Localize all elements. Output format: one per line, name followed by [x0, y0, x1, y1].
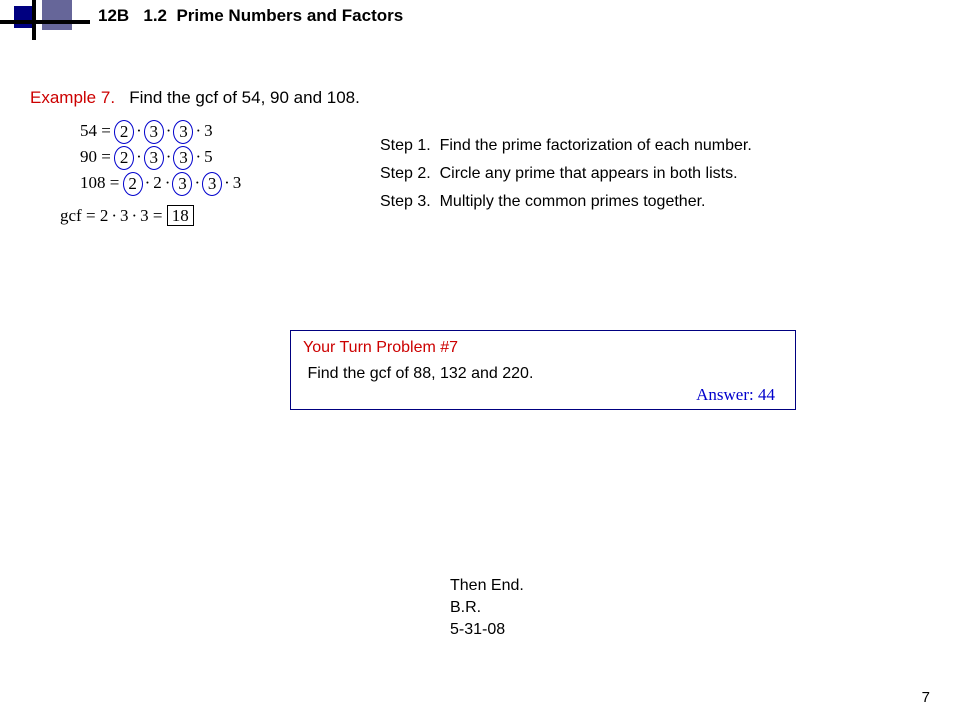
equals-sign: = [101, 147, 115, 166]
end-block: Then End. B.R. 5-31-08 [450, 575, 524, 641]
factor-plain: 3 [233, 173, 242, 192]
example-label: Example 7. [30, 88, 115, 107]
step-label: Step 1. [380, 137, 431, 154]
page-number: 7 [922, 689, 930, 706]
end-line: Then End. [450, 575, 524, 597]
your-turn-prompt-text: Find the gcf of 88, 132 and 220. [307, 365, 533, 382]
factor-circled: 3 [173, 120, 193, 144]
your-turn-prompt: Find the gcf of 88, 132 and 220. [303, 365, 783, 383]
factor-circled: 3 [144, 120, 164, 144]
equals-sign: = [86, 206, 100, 225]
gcf-result-boxed: 18 [167, 205, 194, 226]
factor-circled: 2 [114, 120, 134, 144]
logo-vertical-bar [32, 0, 36, 40]
step-row: Step 3. Multiply the common primes toget… [380, 188, 752, 216]
factorization-block: 54 = 2·3·3·3 90 = 2·3·3·5 108 = 2·2·3·3·… [80, 118, 241, 196]
equals-sign: = [110, 173, 124, 192]
example-prompt-text: Find the gcf of 54, 90 and 108. [129, 88, 360, 107]
course-code: 12B [98, 6, 129, 25]
gcf-label: gcf [60, 206, 82, 225]
factor-plain: 5 [204, 147, 213, 166]
factor-plain: 3 [204, 121, 213, 140]
factorization-row: 90 = 2·3·3·5 [80, 144, 241, 170]
step-text: Circle any prime that appears in both li… [440, 165, 738, 182]
equals-sign: = [101, 121, 115, 140]
factor-lhs: 90 [80, 147, 97, 166]
step-text: Multiply the common primes together. [440, 193, 706, 210]
logo-square-light [42, 0, 72, 30]
dot-icon: · [192, 147, 204, 166]
factor-lhs: 54 [80, 121, 97, 140]
section-title: Prime Numbers and Factors [176, 6, 403, 25]
factor-circled: 3 [144, 146, 164, 170]
end-line: 5-31-08 [450, 619, 524, 641]
dot-icon: · [192, 121, 204, 140]
end-line: B.R. [450, 597, 524, 619]
section-number: 1.2 [143, 6, 167, 25]
your-turn-answer: Answer: 44 [696, 385, 775, 405]
factor-circled: 2 [123, 172, 143, 196]
factor-lhs: 108 [80, 173, 106, 192]
factorization-row: 108 = 2·2·3·3·3 [80, 170, 241, 196]
gcf-result-line: gcf = 2·3·3 = 18 [60, 206, 194, 226]
step-label: Step 2. [380, 165, 431, 182]
header-title: 12B 1.2 Prime Numbers and Factors [98, 6, 403, 26]
factor-circled: 2 [114, 146, 134, 170]
example-heading: Example 7. Find the gcf of 54, 90 and 10… [30, 88, 360, 108]
your-turn-title: Your Turn Problem #7 [303, 339, 783, 357]
dot-icon: · [128, 206, 140, 225]
factor-circled: 3 [172, 172, 192, 196]
gcf-factor: 3 [140, 206, 149, 225]
step-row: Step 2. Circle any prime that appears in… [380, 160, 752, 188]
factor-plain: 2 [153, 173, 162, 192]
step-row: Step 1. Find the prime factorization of … [380, 132, 752, 160]
header-logo [14, 0, 94, 40]
steps-block: Step 1. Find the prime factorization of … [380, 132, 752, 216]
step-text: Find the prime factorization of each num… [440, 137, 752, 154]
dot-icon: · [142, 173, 154, 192]
equals-sign: = [153, 206, 167, 225]
factor-circled: 3 [173, 146, 193, 170]
dot-icon: · [133, 121, 145, 140]
dot-icon: · [221, 173, 233, 192]
logo-horizontal-bar [0, 20, 90, 24]
dot-icon: · [108, 206, 120, 225]
your-turn-box: Your Turn Problem #7 Find the gcf of 88,… [290, 330, 796, 410]
factor-circled: 3 [202, 172, 222, 196]
example-prompt [120, 88, 129, 107]
dot-icon: · [133, 147, 145, 166]
step-label: Step 3. [380, 193, 431, 210]
factorization-row: 54 = 2·3·3·3 [80, 118, 241, 144]
